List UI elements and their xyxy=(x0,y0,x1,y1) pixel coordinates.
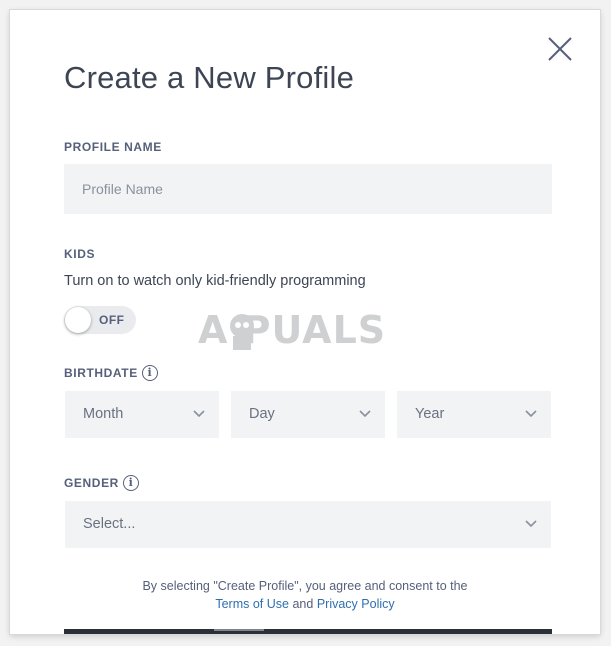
kids-toggle[interactable]: OFF xyxy=(64,306,136,334)
create-profile-button[interactable] xyxy=(64,629,552,634)
chevron-down-icon xyxy=(525,520,537,528)
month-select[interactable]: Month xyxy=(65,391,219,438)
gender-label-text: GENDER xyxy=(64,476,119,491)
consent-text: By selecting "Create Profile", you agree… xyxy=(142,579,468,593)
privacy-policy-link[interactable]: Privacy Policy xyxy=(317,597,395,611)
page-title: Create a New Profile xyxy=(64,60,355,95)
birthdate-label: BIRTHDATE i xyxy=(64,365,158,382)
close-button[interactable] xyxy=(546,35,574,63)
chevron-down-icon xyxy=(359,410,371,418)
mascot-icon xyxy=(230,314,254,350)
terms-of-use-link[interactable]: Terms of Use xyxy=(215,597,289,611)
birthdate-info-icon[interactable]: i xyxy=(141,365,158,381)
gender-info-icon[interactable]: i xyxy=(122,475,139,491)
birthdate-label-text: BIRTHDATE xyxy=(64,366,138,381)
profile-name-label: PROFILE NAME xyxy=(64,140,162,154)
day-select[interactable]: Day xyxy=(231,391,385,438)
month-select-value: Month xyxy=(83,406,124,422)
year-select-value: Year xyxy=(415,406,445,422)
kids-label: KIDS xyxy=(64,247,96,261)
create-profile-dialog: Create a New Profile PROFILE NAME KIDS T… xyxy=(10,10,600,634)
close-icon xyxy=(548,37,572,61)
consent-links: Terms of Use and Privacy Policy xyxy=(10,597,600,611)
gender-select[interactable]: Select... xyxy=(65,501,551,548)
watermark-text: A PUALS xyxy=(198,308,387,352)
chevron-down-icon xyxy=(193,410,205,418)
toggle-knob xyxy=(65,307,91,333)
kids-description: Turn on to watch only kid-friendly progr… xyxy=(64,273,366,289)
button-highlight xyxy=(214,629,264,631)
appuals-watermark: A PUALS xyxy=(198,306,418,354)
year-select[interactable]: Year xyxy=(397,391,551,438)
gender-select-value: Select... xyxy=(83,516,136,532)
gender-label: GENDER i xyxy=(64,475,139,492)
consent-and-text: and xyxy=(292,597,314,611)
profile-name-input[interactable] xyxy=(64,164,552,214)
day-select-value: Day xyxy=(249,406,275,422)
toggle-state-label: OFF xyxy=(99,313,125,327)
chevron-down-icon xyxy=(525,410,537,418)
